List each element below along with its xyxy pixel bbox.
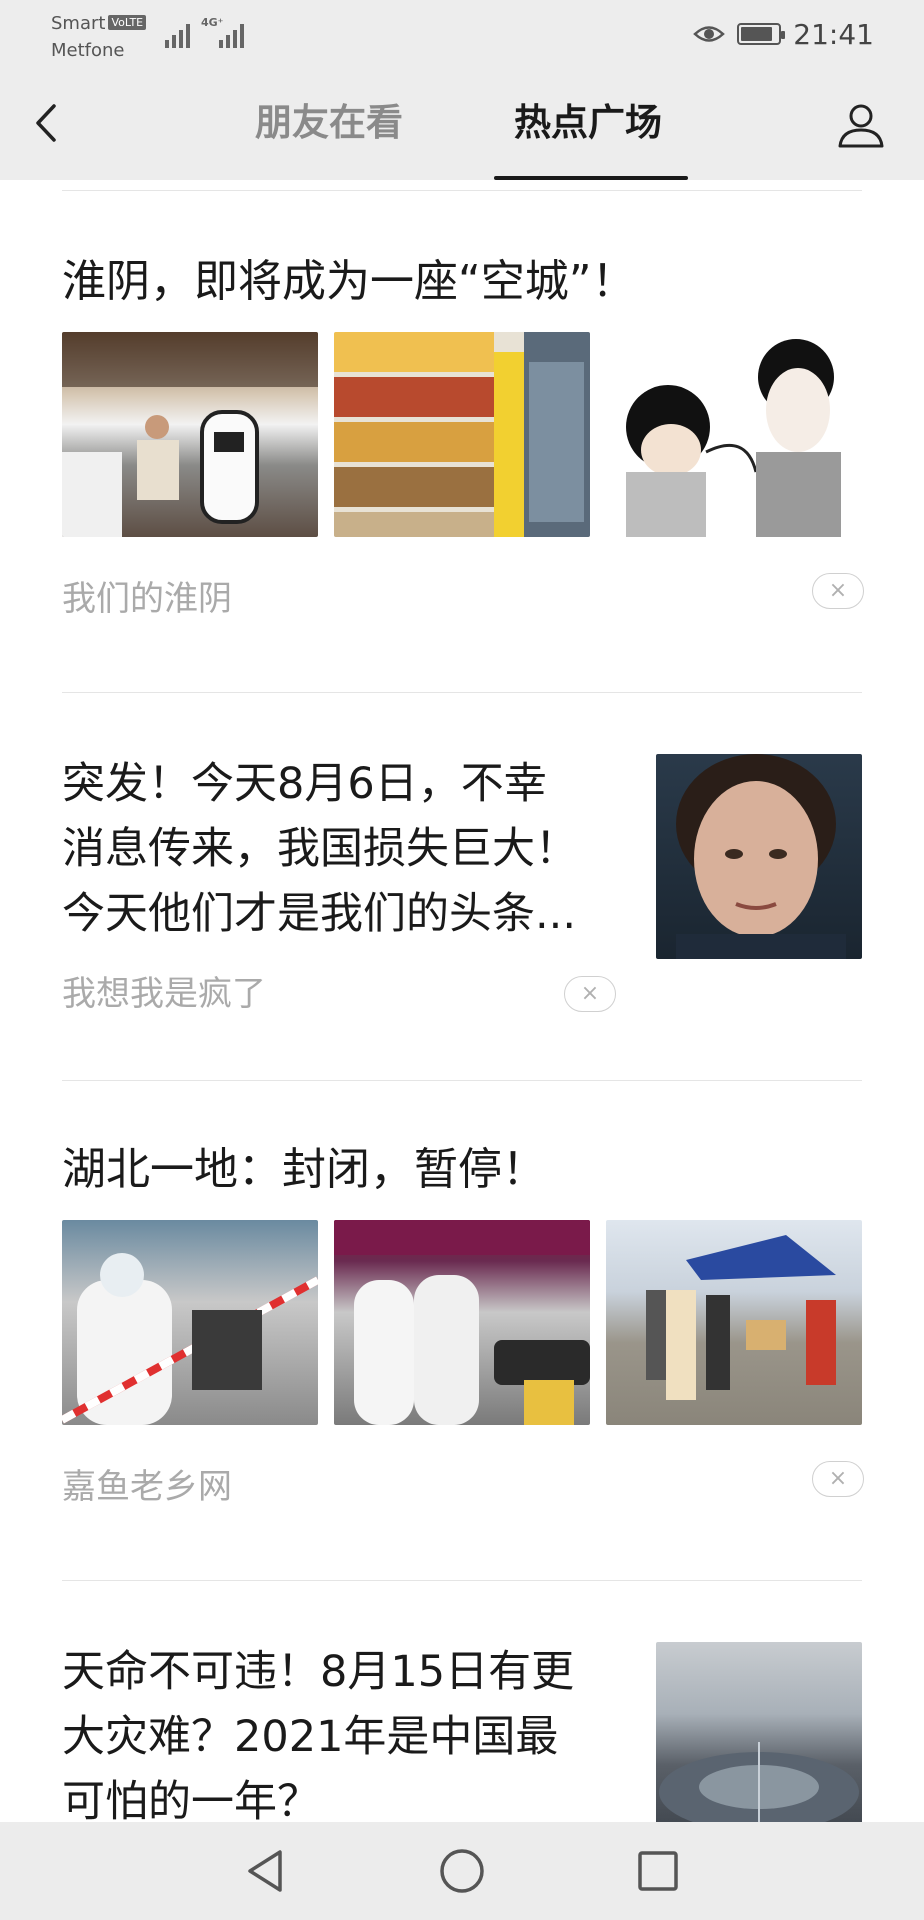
- article-image: [656, 1642, 862, 1822]
- article-title[interactable]: 天命不可违！8月15日有更 大灾难？2021年是中国最 可怕的一年？: [62, 1640, 622, 1822]
- article-title-line: 可怕的一年？: [62, 1777, 320, 1822]
- volte-badge: VoLTE: [108, 15, 147, 30]
- system-nav-bar: [0, 1822, 924, 1920]
- article-source[interactable]: 我们的淮阴: [62, 571, 232, 620]
- article-image: [334, 332, 590, 537]
- back-arrow-icon[interactable]: [28, 98, 68, 148]
- clock: 21:41: [793, 17, 874, 51]
- article-image: [656, 754, 862, 959]
- article-card[interactable]: 湖北一地：封闭，暂停！ 嘉鱼老乡网 ×: [62, 1138, 864, 1511]
- article-title-line: 消息传来，我国损失巨大！: [62, 824, 578, 874]
- article-meta: 我们的淮阴 ×: [62, 563, 864, 623]
- article-card[interactable]: 淮阴，即将成为一座“空城”！ 我们的淮阴 ×: [62, 250, 864, 623]
- status-right: 21:41: [693, 16, 874, 52]
- article-card[interactable]: 天命不可违！8月15日有更 大灾难？2021年是中国最 可怕的一年？: [62, 1640, 862, 1822]
- article-title[interactable]: 淮阴，即将成为一座“空城”！: [62, 250, 862, 314]
- article-card[interactable]: 突发！今天8月6日，不幸 消息传来，我国损失巨大！ 今天他们才是我们的头条...…: [62, 752, 862, 1022]
- article-title-line: 天命不可违！8月15日有更: [62, 1647, 575, 1697]
- nav-recents-icon[interactable]: [633, 1846, 683, 1896]
- divider: [62, 1080, 862, 1081]
- article-source[interactable]: 我想我是疯了: [62, 966, 266, 1015]
- article-title[interactable]: 湖北一地：封闭，暂停！: [62, 1138, 862, 1202]
- nav-back-icon[interactable]: [242, 1846, 292, 1896]
- divider: [62, 1580, 862, 1581]
- article-title-line: 大灾难？2021年是中国最: [62, 1712, 559, 1762]
- active-tab-indicator: [494, 176, 688, 180]
- top-nav: 朋友在看 热点广场: [0, 72, 924, 180]
- article-image: [334, 1220, 590, 1425]
- article-image: [62, 332, 318, 537]
- article-title-line: 今天他们才是我们的头条...: [62, 889, 577, 939]
- article-images: [62, 1220, 862, 1425]
- article-image: [606, 1220, 862, 1425]
- tab-friends-watching[interactable]: 朋友在看: [255, 98, 403, 148]
- dismiss-button[interactable]: ×: [564, 976, 616, 1012]
- article-meta: 嘉鱼老乡网 ×: [62, 1451, 864, 1511]
- signal-icon: [165, 22, 190, 48]
- signal-icon-secondary: [219, 22, 244, 48]
- status-bar: Smart VoLTE Metfone 4G⁺ 21:41: [0, 0, 924, 72]
- profile-icon[interactable]: [836, 100, 886, 150]
- dismiss-button[interactable]: ×: [812, 1461, 864, 1497]
- carrier-info: Smart VoLTE Metfone: [51, 10, 147, 64]
- carrier-name-secondary: Metfone: [51, 40, 125, 61]
- tab-hot-square[interactable]: 热点广场: [514, 98, 662, 148]
- carrier-name: Smart: [51, 13, 106, 34]
- article-images: [62, 332, 862, 537]
- divider: [62, 692, 862, 693]
- dismiss-button[interactable]: ×: [812, 573, 864, 609]
- article-source[interactable]: 嘉鱼老乡网: [62, 1459, 232, 1508]
- article-title-line: 突发！今天8月6日，不幸: [62, 759, 547, 809]
- divider: [62, 190, 862, 191]
- nav-home-icon[interactable]: [437, 1846, 487, 1896]
- article-title[interactable]: 突发！今天8月6日，不幸 消息传来，我国损失巨大！ 今天他们才是我们的头条...: [62, 752, 622, 947]
- article-image: [62, 1220, 318, 1425]
- eye-comfort-icon: [693, 26, 726, 42]
- article-image: [606, 332, 862, 537]
- battery-icon: [737, 23, 786, 45]
